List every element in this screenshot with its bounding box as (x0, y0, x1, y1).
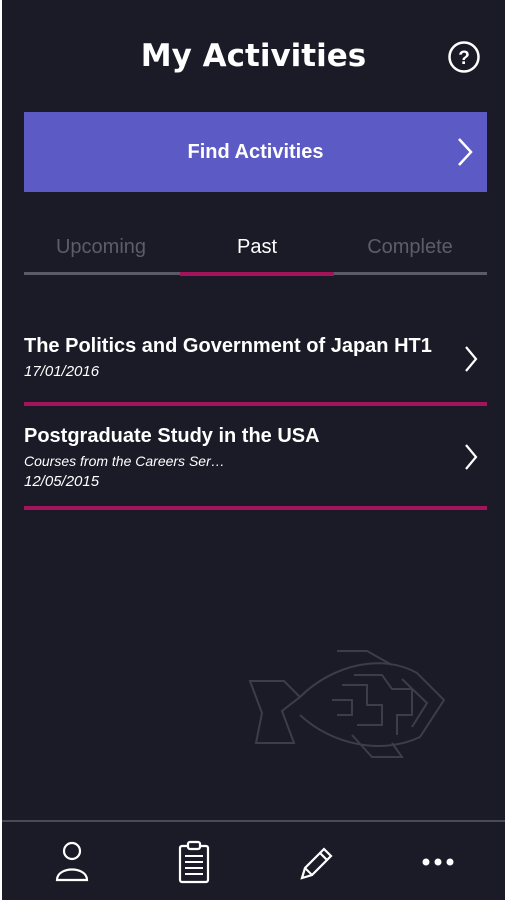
pencil-icon[interactable] (296, 840, 336, 884)
item-divider (24, 506, 487, 510)
active-tab-indicator (180, 272, 334, 276)
activity-tabs: Upcoming Past Complete (24, 226, 487, 276)
bottom-nav-bar (2, 820, 505, 900)
svg-text:?: ? (458, 48, 470, 69)
item-divider (24, 402, 487, 406)
tab-upcoming[interactable]: Upcoming (24, 226, 178, 276)
activity-item[interactable]: Postgraduate Study in the USA Courses fr… (24, 425, 487, 490)
activity-item[interactable]: The Politics and Government of Japan HT1… (24, 335, 487, 380)
profile-icon[interactable] (52, 840, 92, 884)
fish-logo-watermark (248, 650, 446, 758)
tab-complete[interactable]: Complete (333, 226, 487, 276)
help-circle-icon[interactable]: ? (448, 41, 480, 73)
clipboard-icon[interactable] (174, 840, 214, 884)
activity-subtitle: Courses from the Careers Ser… (24, 453, 225, 469)
activity-title: Postgraduate Study in the USA (24, 425, 320, 447)
activity-date: 17/01/2016 (24, 363, 100, 380)
chevron-right-icon (465, 444, 478, 470)
activity-date: 12/05/2015 (24, 473, 100, 490)
chevron-right-icon (458, 138, 473, 166)
page-title: My Activities (140, 38, 367, 74)
chevron-right-icon (465, 346, 478, 372)
app-screen: My Activities ? Find Activities Upcoming… (2, 0, 505, 900)
find-activities-label: Find Activities (187, 140, 324, 163)
activity-title: The Politics and Government of Japan HT1 (24, 335, 432, 357)
more-icon[interactable] (418, 840, 458, 884)
find-activities-button[interactable]: Find Activities (24, 112, 487, 192)
tab-past[interactable]: Past (180, 226, 334, 276)
